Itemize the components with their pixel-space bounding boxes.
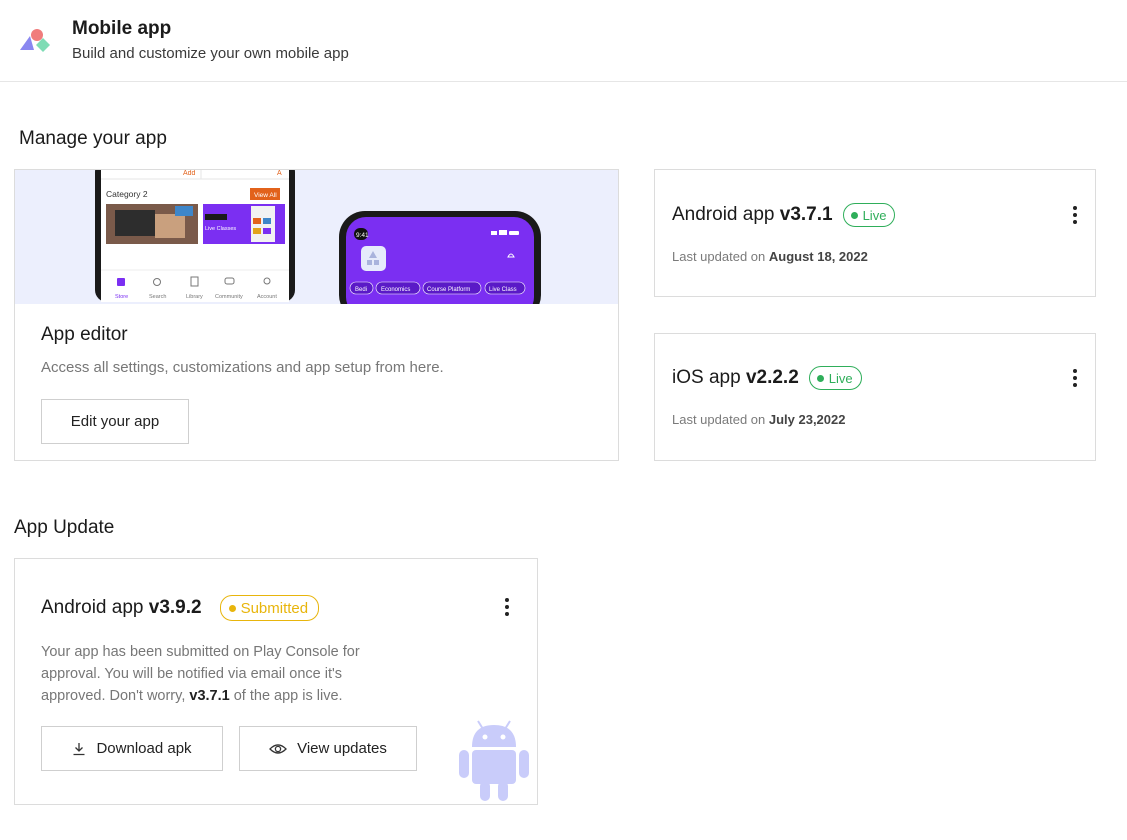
preview-nav-library: Library [186, 294, 203, 300]
preview-category: Category 2 [106, 189, 148, 199]
app-preview-illustration: Add A Category 2 View All Live Classes S… [95, 170, 541, 304]
update-version: v3.9.2 [148, 597, 202, 618]
preview-time: 9:41 [356, 232, 369, 239]
android-release-status: Live [862, 207, 887, 223]
preview-chip-2: Economics [381, 287, 410, 293]
more-options-icon[interactable] [1065, 366, 1085, 390]
update-title: Android app v3.9.2 Submitted [41, 595, 320, 621]
preview-add-label: Add [183, 170, 196, 177]
mobile-app-logo-icon [20, 29, 50, 52]
page-subtitle: Build and customize your own mobile app [72, 45, 349, 62]
preview-chip-4: Live Class [489, 287, 517, 293]
android-release-card: Android app v3.7.1 Live Last updated on … [654, 169, 1096, 297]
preview-nav-account: Account [257, 294, 277, 300]
android-date-prefix: Last updated on [672, 249, 769, 264]
app-update-section-title: App Update [14, 517, 115, 538]
status-dot-icon [850, 211, 858, 219]
eye-icon [269, 743, 288, 754]
android-release-date: Last updated on August 18, 2022 [672, 249, 868, 264]
app-editor-description: Access all settings, customizations and … [41, 359, 444, 376]
ios-release-date: Last updated on July 23,2022 [672, 412, 845, 427]
status-dot-icon [816, 374, 824, 382]
update-description: Your app has been submitted on Play Cons… [41, 641, 401, 707]
page-header: Mobile app Build and customize your own … [0, 0, 1127, 82]
preview-nav-search: Search [149, 294, 166, 300]
download-apk-button[interactable]: Download apk [41, 726, 223, 771]
ios-release-version: v2.2.2 [745, 367, 799, 388]
android-release-title: Android app v3.7.1 Live [672, 203, 896, 227]
edit-your-app-label: Edit your app [70, 413, 160, 430]
submitted-status-badge: Submitted [219, 595, 320, 621]
status-dot-icon [228, 604, 236, 612]
ios-date-value: July 23,2022 [768, 412, 846, 427]
update-desc-version: v3.7.1 [189, 688, 230, 704]
preview-tile-text: Live Classes [205, 226, 236, 232]
update-desc-part2: of the app is live. [229, 688, 343, 704]
android-release-version: v3.7.1 [779, 204, 833, 225]
preview-chip-1: Bedi [355, 287, 367, 293]
ios-release-card: iOS app v2.2.2 Live Last updated on July… [654, 333, 1096, 461]
more-options-icon[interactable] [497, 595, 517, 619]
update-status: Submitted [240, 599, 309, 617]
update-app-name: Android app [41, 597, 149, 618]
manage-section-title: Manage your app [19, 128, 167, 149]
live-status-badge: Live [808, 366, 862, 390]
view-updates-button[interactable]: View updates [239, 726, 417, 771]
android-robot-icon [459, 720, 529, 801]
app-editor-title: App editor [41, 324, 128, 345]
page-title: Mobile app [72, 18, 172, 39]
preview-add-label-2: A [277, 170, 282, 177]
android-date-value: August 18, 2022 [768, 249, 868, 264]
ios-release-title: iOS app v2.2.2 Live [672, 366, 862, 390]
ios-date-prefix: Last updated on [672, 412, 769, 427]
android-release-name: Android app [672, 204, 780, 225]
app-update-card: Android app v3.9.2 Submitted Your app ha… [14, 558, 538, 805]
download-icon [73, 742, 85, 755]
preview-nav-store: Store [115, 294, 128, 300]
app-preview-image: Add A Category 2 View All Live Classes S… [15, 170, 618, 304]
ios-release-status: Live [828, 370, 853, 386]
edit-your-app-button[interactable]: Edit your app [41, 399, 189, 444]
preview-nav-community: Community [215, 294, 243, 300]
app-editor-card: Add A Category 2 View All Live Classes S… [14, 169, 619, 461]
view-updates-label: View updates [297, 740, 387, 757]
ios-release-name: iOS app [672, 367, 746, 388]
preview-view-all: View All [254, 192, 277, 199]
more-options-icon[interactable] [1065, 203, 1085, 227]
download-apk-label: Download apk [96, 740, 192, 757]
live-status-badge: Live [842, 203, 896, 227]
preview-chip-3: Course Platform [427, 287, 470, 293]
